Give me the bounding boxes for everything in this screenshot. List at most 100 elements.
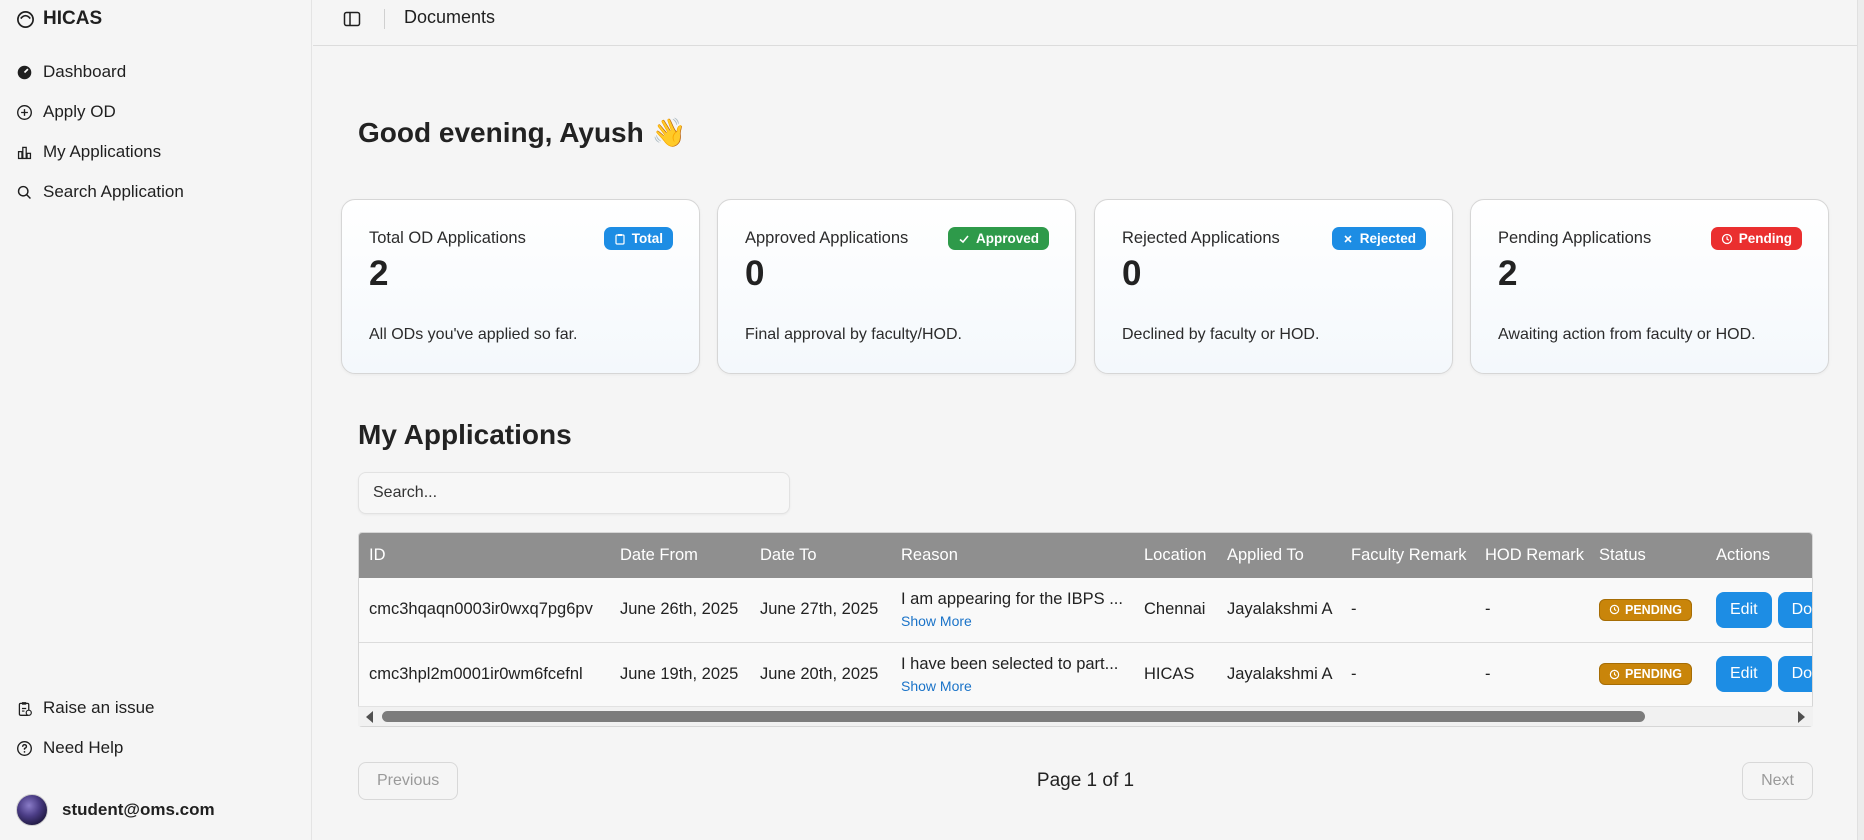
status-badge: PENDING: [1599, 598, 1692, 621]
plus-circle-icon: [17, 104, 32, 120]
main-content: Documents Good evening, Ayush 👋 Total OD…: [313, 0, 1857, 840]
total-badge: Total: [603, 227, 673, 250]
status-label: PENDING: [1625, 602, 1682, 617]
column-header-date-to[interactable]: Date To: [750, 533, 891, 578]
download-button[interactable]: Do: [1777, 656, 1812, 692]
reason-text: I am appearing for the IBPS ...: [901, 590, 1123, 609]
edit-button[interactable]: Edit: [1716, 591, 1772, 628]
badge-label: Total: [631, 231, 663, 246]
section-title: My Applications: [358, 419, 572, 450]
column-header-location[interactable]: Location: [1134, 533, 1217, 578]
sidebar-item-dashboard[interactable]: Dashboard: [0, 52, 312, 92]
cell-hod-remark: -: [1485, 600, 1491, 619]
scroll-right-icon[interactable]: [1798, 711, 1805, 723]
sidebar-item-search-application[interactable]: Search Application: [0, 172, 312, 212]
cell-reason: I am appearing for the IBPS ... Show Mor…: [891, 578, 1134, 642]
horizontal-scrollbar[interactable]: [358, 706, 1813, 726]
table-row[interactable]: cmc3hpl2m0001ir0wm6fcefnl June 19th, 202…: [359, 642, 1812, 706]
stat-card-approved: Approved Applications Approved 0 Final a…: [717, 199, 1076, 374]
x-icon: [1344, 234, 1352, 243]
edit-button[interactable]: Edit: [1716, 656, 1772, 692]
user-menu[interactable]: student@oms.com: [16, 794, 215, 826]
sidebar-item-label: Dashboard: [43, 62, 127, 81]
column-header-actions: Actions: [1716, 546, 1771, 564]
sidebar-toggle-icon[interactable]: [342, 9, 362, 29]
page-info: Page 1 of 1: [1036, 770, 1135, 791]
sidebar-item-need-help[interactable]: Need Help: [0, 728, 312, 768]
stat-card-value: 2: [369, 254, 389, 293]
sidebar-item-label: My Applications: [43, 142, 162, 161]
clock-icon: [1721, 233, 1732, 244]
sidebar-item-label: Search Application: [43, 182, 184, 201]
stat-card-description: Final approval by faculty/HOD.: [745, 326, 962, 343]
breadcrumb: Documents: [404, 7, 496, 27]
stat-card-value: 0: [1122, 254, 1142, 293]
logo-icon: [17, 10, 34, 28]
column-header-status[interactable]: Status: [1589, 533, 1706, 578]
scrollbar-thumb[interactable]: [382, 711, 1645, 722]
sidebar-item-my-applications[interactable]: My Applications: [0, 132, 312, 172]
show-more-link[interactable]: Show More: [901, 678, 1134, 694]
table-row[interactable]: cmc3hqaqn0003ir0wxq7pg6pv June 26th, 202…: [359, 578, 1812, 642]
search-input[interactable]: [358, 472, 790, 514]
badge-label: Rejected: [1359, 231, 1416, 246]
badge-label: Pending: [1738, 231, 1792, 246]
cell-status: PENDING: [1589, 578, 1706, 642]
topbar: Documents: [313, 0, 1857, 46]
cell-faculty-remark: -: [1351, 664, 1357, 683]
help-icon: [17, 740, 32, 756]
stat-card-title: Rejected Applications: [1122, 229, 1280, 247]
sidebar-item-label: Need Help: [43, 738, 124, 757]
stat-card-total: Total OD Applications Total 2 All ODs yo…: [341, 199, 700, 374]
stat-card-rejected: Rejected Applications Rejected 0 Decline…: [1094, 199, 1453, 374]
stats-cards: Total OD Applications Total 2 All ODs yo…: [341, 199, 1829, 374]
cell-applied-to: Jayalakshmi A: [1227, 600, 1333, 619]
cell-reason: I have been selected to part... Show Mor…: [891, 642, 1134, 706]
sidebar-item-label: Apply OD: [43, 102, 116, 121]
brand[interactable]: HICAS: [16, 7, 102, 31]
column-header-id[interactable]: ID: [359, 533, 610, 578]
cell-date-from: June 26th, 2025: [620, 600, 739, 619]
cell-date-to: June 27th, 2025: [760, 600, 879, 619]
sidebar-item-apply-od[interactable]: Apply OD: [0, 92, 312, 132]
window-edge: [1857, 0, 1864, 840]
pagination: Previous Page 1 of 1 Next: [358, 762, 1813, 800]
rejected-badge: Rejected: [1331, 227, 1426, 250]
approved-badge: Approved: [947, 227, 1049, 250]
cell-actions: Edit Do: [1706, 642, 1812, 706]
cell-id: cmc3hqaqn0003ir0wxq7pg6pv: [369, 600, 593, 619]
cell-id: cmc3hpl2m0001ir0wm6fcefnl: [369, 664, 583, 683]
stat-card-description: All ODs you've applied so far.: [369, 326, 578, 343]
column-header-date-from[interactable]: Date From: [610, 533, 750, 578]
dashboard-icon: [17, 65, 32, 79]
next-button[interactable]: Next: [1742, 762, 1813, 800]
column-header-applied-to[interactable]: Applied To: [1217, 533, 1341, 578]
download-button[interactable]: Do: [1777, 591, 1812, 628]
column-header-faculty-remark[interactable]: Faculty Remark: [1341, 533, 1475, 578]
cell-applied-to: Jayalakshmi A: [1227, 664, 1333, 683]
show-more-link[interactable]: Show More: [901, 613, 1134, 629]
sidebar-nav: Dashboard Apply OD My Applications Searc…: [0, 52, 312, 212]
reason-text: I have been selected to part...: [901, 654, 1119, 673]
stat-card-pending: Pending Applications Pending 2 Awaiting …: [1470, 199, 1829, 374]
stat-card-title: Pending Applications: [1498, 229, 1652, 247]
stat-card-value: 2: [1498, 254, 1518, 293]
stat-card-title: Approved Applications: [745, 229, 909, 247]
column-header-reason[interactable]: Reason: [891, 533, 1134, 578]
pending-badge: Pending: [1710, 227, 1802, 250]
sidebar-item-raise-issue[interactable]: Raise an issue: [0, 688, 312, 728]
scroll-left-icon[interactable]: [366, 711, 373, 723]
stat-card-title: Total OD Applications: [369, 229, 526, 247]
bar-chart-icon: [17, 146, 32, 159]
stat-card-description: Declined by faculty or HOD.: [1122, 326, 1320, 343]
table-header-row: ID Date From Date To Reason Location App…: [359, 533, 1812, 578]
avatar: [16, 794, 48, 826]
cell-location: HICAS: [1144, 664, 1195, 683]
cell-status: PENDING: [1589, 642, 1706, 706]
applications-table: ID Date From Date To Reason Location App…: [358, 532, 1813, 727]
check-icon: [959, 234, 969, 243]
sidebar: HICAS Dashboard Apply OD My Applications…: [0, 0, 312, 840]
clock-icon: [1609, 605, 1620, 615]
status-label: PENDING: [1625, 667, 1682, 681]
column-header-hod-remark[interactable]: HOD Remark: [1475, 533, 1589, 578]
